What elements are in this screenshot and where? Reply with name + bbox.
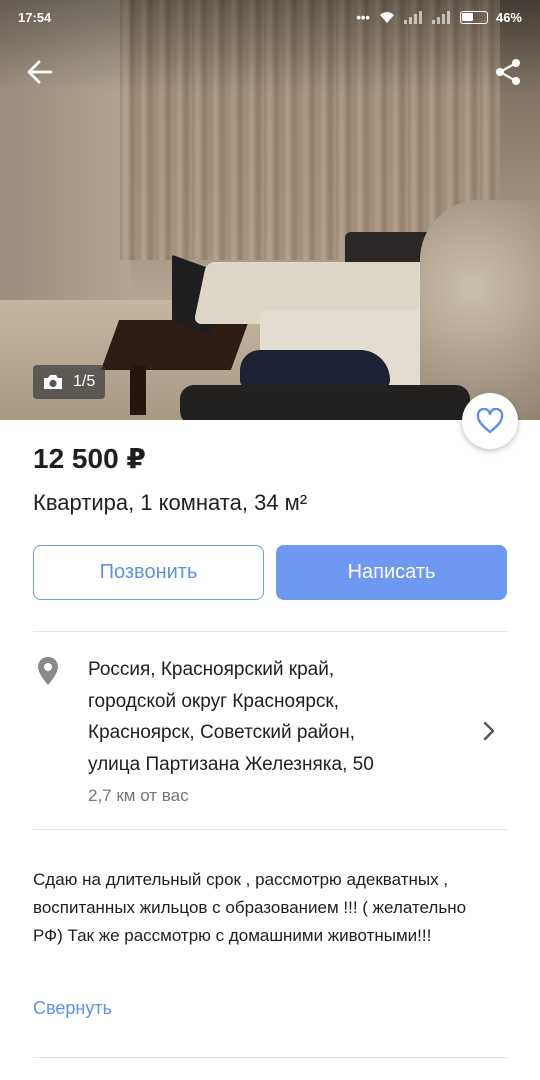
listing-title: Квартира, 1 комната, 34 м² [33, 490, 308, 515]
address-line: улица Партизана Железняка, 50 [88, 753, 374, 775]
signal-icon [403, 11, 422, 24]
collapse-link[interactable]: Свернуть [33, 998, 112, 1019]
call-button[interactable]: Позвонить [33, 545, 264, 600]
status-icons: ••• 46% [356, 10, 522, 25]
divider [33, 829, 507, 830]
divider [33, 631, 507, 632]
share-button[interactable] [488, 52, 528, 92]
address-line: Красноярск, Советский район, [88, 722, 355, 743]
battery-icon [459, 10, 488, 24]
share-icon [496, 59, 520, 85]
write-button[interactable]: Написать [276, 545, 507, 600]
photo-shade [0, 0, 540, 420]
chevron-right-icon[interactable] [482, 720, 496, 742]
address-line: городской округ Красноярск, [88, 690, 340, 712]
status-time: 17:54 [18, 9, 52, 25]
battery-level: 46% [495, 9, 522, 25]
back-arrow-icon [27, 60, 53, 84]
distance-text: 2,7 км от вас [88, 786, 189, 805]
camera-icon [44, 375, 62, 389]
wifi-icon [379, 12, 394, 23]
dots-icon: ••• [356, 9, 370, 25]
photo-counter-text: 1/5 [73, 373, 96, 390]
location-pin-icon [38, 657, 58, 685]
favorite-button[interactable] [462, 393, 518, 449]
address[interactable]: Россия, Красноярский край, городской окр… [88, 654, 448, 780]
signal-icon [431, 11, 450, 24]
listing-description: Сдаю на длительный срок , рассмотрю адек… [33, 870, 467, 945]
listing-price: 12 500 ₽ [33, 443, 146, 474]
back-button[interactable] [20, 52, 60, 92]
status-bar: 17:54 ••• 46% [0, 0, 540, 34]
heart-icon [476, 408, 504, 434]
photo-counter: 1/5 [33, 365, 106, 399]
listing-photo[interactable] [0, 0, 540, 420]
divider [33, 1057, 507, 1058]
address-line: Россия, Красноярский край, [88, 659, 335, 680]
